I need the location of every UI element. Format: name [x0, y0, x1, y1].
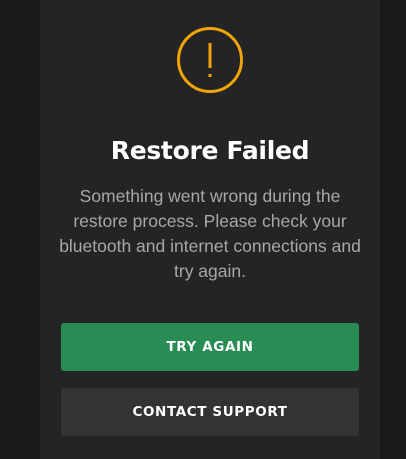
try-again-button[interactable]: TRY AGAIN [61, 323, 359, 371]
dialog-title: Restore Failed [110, 136, 310, 165]
alert-circle-icon [176, 26, 244, 94]
dialog-message: Something went wrong during the restore … [59, 186, 361, 281]
contact-support-button[interactable]: CONTACT SUPPORT [61, 388, 359, 436]
restore-failed-dialog: Restore Failed Something went wrong duri… [40, 0, 380, 459]
screen-backdrop: Restore Failed Something went wrong duri… [0, 0, 406, 459]
